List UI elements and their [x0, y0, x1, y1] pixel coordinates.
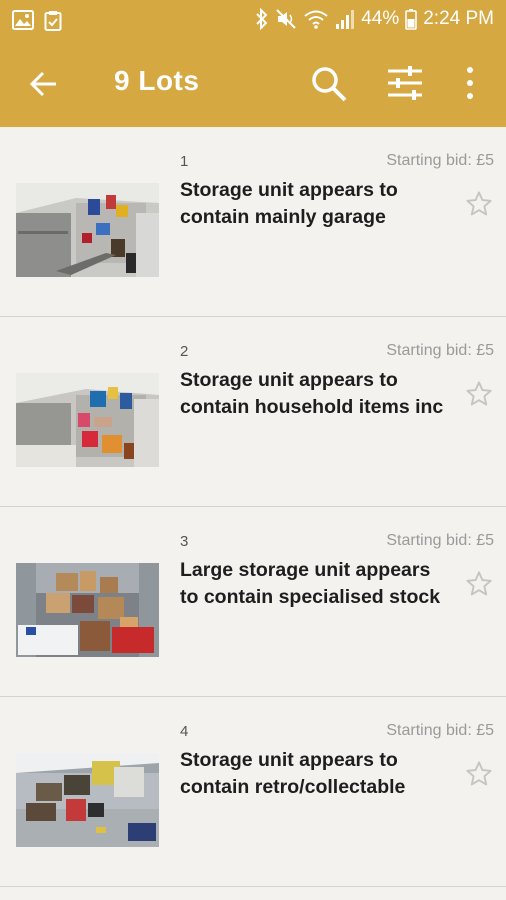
lot-number: 2 — [180, 343, 189, 360]
wifi-icon — [304, 10, 328, 29]
lot-title: Storage unit appears to contain retro/co… — [180, 749, 406, 798]
lot-title: Large storage unit appears to contain sp… — [180, 559, 441, 608]
status-bar: 44% 2:24 PM — [0, 0, 506, 40]
battery-icon — [405, 9, 418, 30]
battery-percent: 44% — [361, 8, 400, 29]
lot-row-3[interactable]: 3 Starting bid: £5 Large storage unit ap… — [0, 507, 506, 697]
mute-icon — [276, 9, 296, 29]
lot-row-1[interactable]: 1 Starting bid: £5 Storage unit appears … — [0, 127, 506, 317]
signal-icon — [336, 10, 355, 29]
lot-number: 4 — [180, 723, 189, 740]
filter-sliders-icon[interactable] — [386, 66, 424, 100]
lot-number: 1 — [180, 153, 189, 170]
starting-bid: Starting bid: £5 — [386, 342, 494, 359]
lot-thumbnail — [16, 563, 159, 657]
starting-bid: Starting bid: £5 — [386, 532, 494, 549]
page-title: 9 Lots — [114, 65, 200, 96]
gallery-notification-icon — [12, 10, 34, 30]
back-arrow-icon[interactable] — [28, 68, 60, 100]
lot-title: Storage unit appears to contain mainly g… — [180, 179, 398, 228]
lot-list: 1 Starting bid: £5 Storage unit appears … — [0, 127, 506, 887]
starting-bid: Starting bid: £5 — [386, 722, 494, 739]
lot-row-2[interactable]: 2 Starting bid: £5 Storage unit appears … — [0, 317, 506, 507]
lot-row-4[interactable]: 4 Starting bid: £5 Storage unit appears … — [0, 697, 506, 887]
star-icon[interactable] — [465, 190, 493, 218]
clipboard-check-icon — [44, 11, 62, 31]
starting-bid: Starting bid: £5 — [386, 152, 494, 169]
lot-thumbnail — [16, 183, 159, 277]
more-options-icon[interactable] — [462, 66, 478, 100]
star-icon[interactable] — [465, 570, 493, 598]
app-bar: 9 Lots — [0, 40, 506, 127]
search-icon[interactable] — [310, 65, 348, 103]
star-icon[interactable] — [465, 380, 493, 408]
lot-title: Storage unit appears to contain househol… — [180, 369, 444, 418]
clock-time: 2:24 PM — [423, 8, 494, 29]
bluetooth-icon — [256, 8, 268, 30]
lot-thumbnail — [16, 753, 159, 847]
lot-number: 3 — [180, 533, 189, 550]
star-icon[interactable] — [465, 760, 493, 788]
lot-thumbnail — [16, 373, 159, 467]
